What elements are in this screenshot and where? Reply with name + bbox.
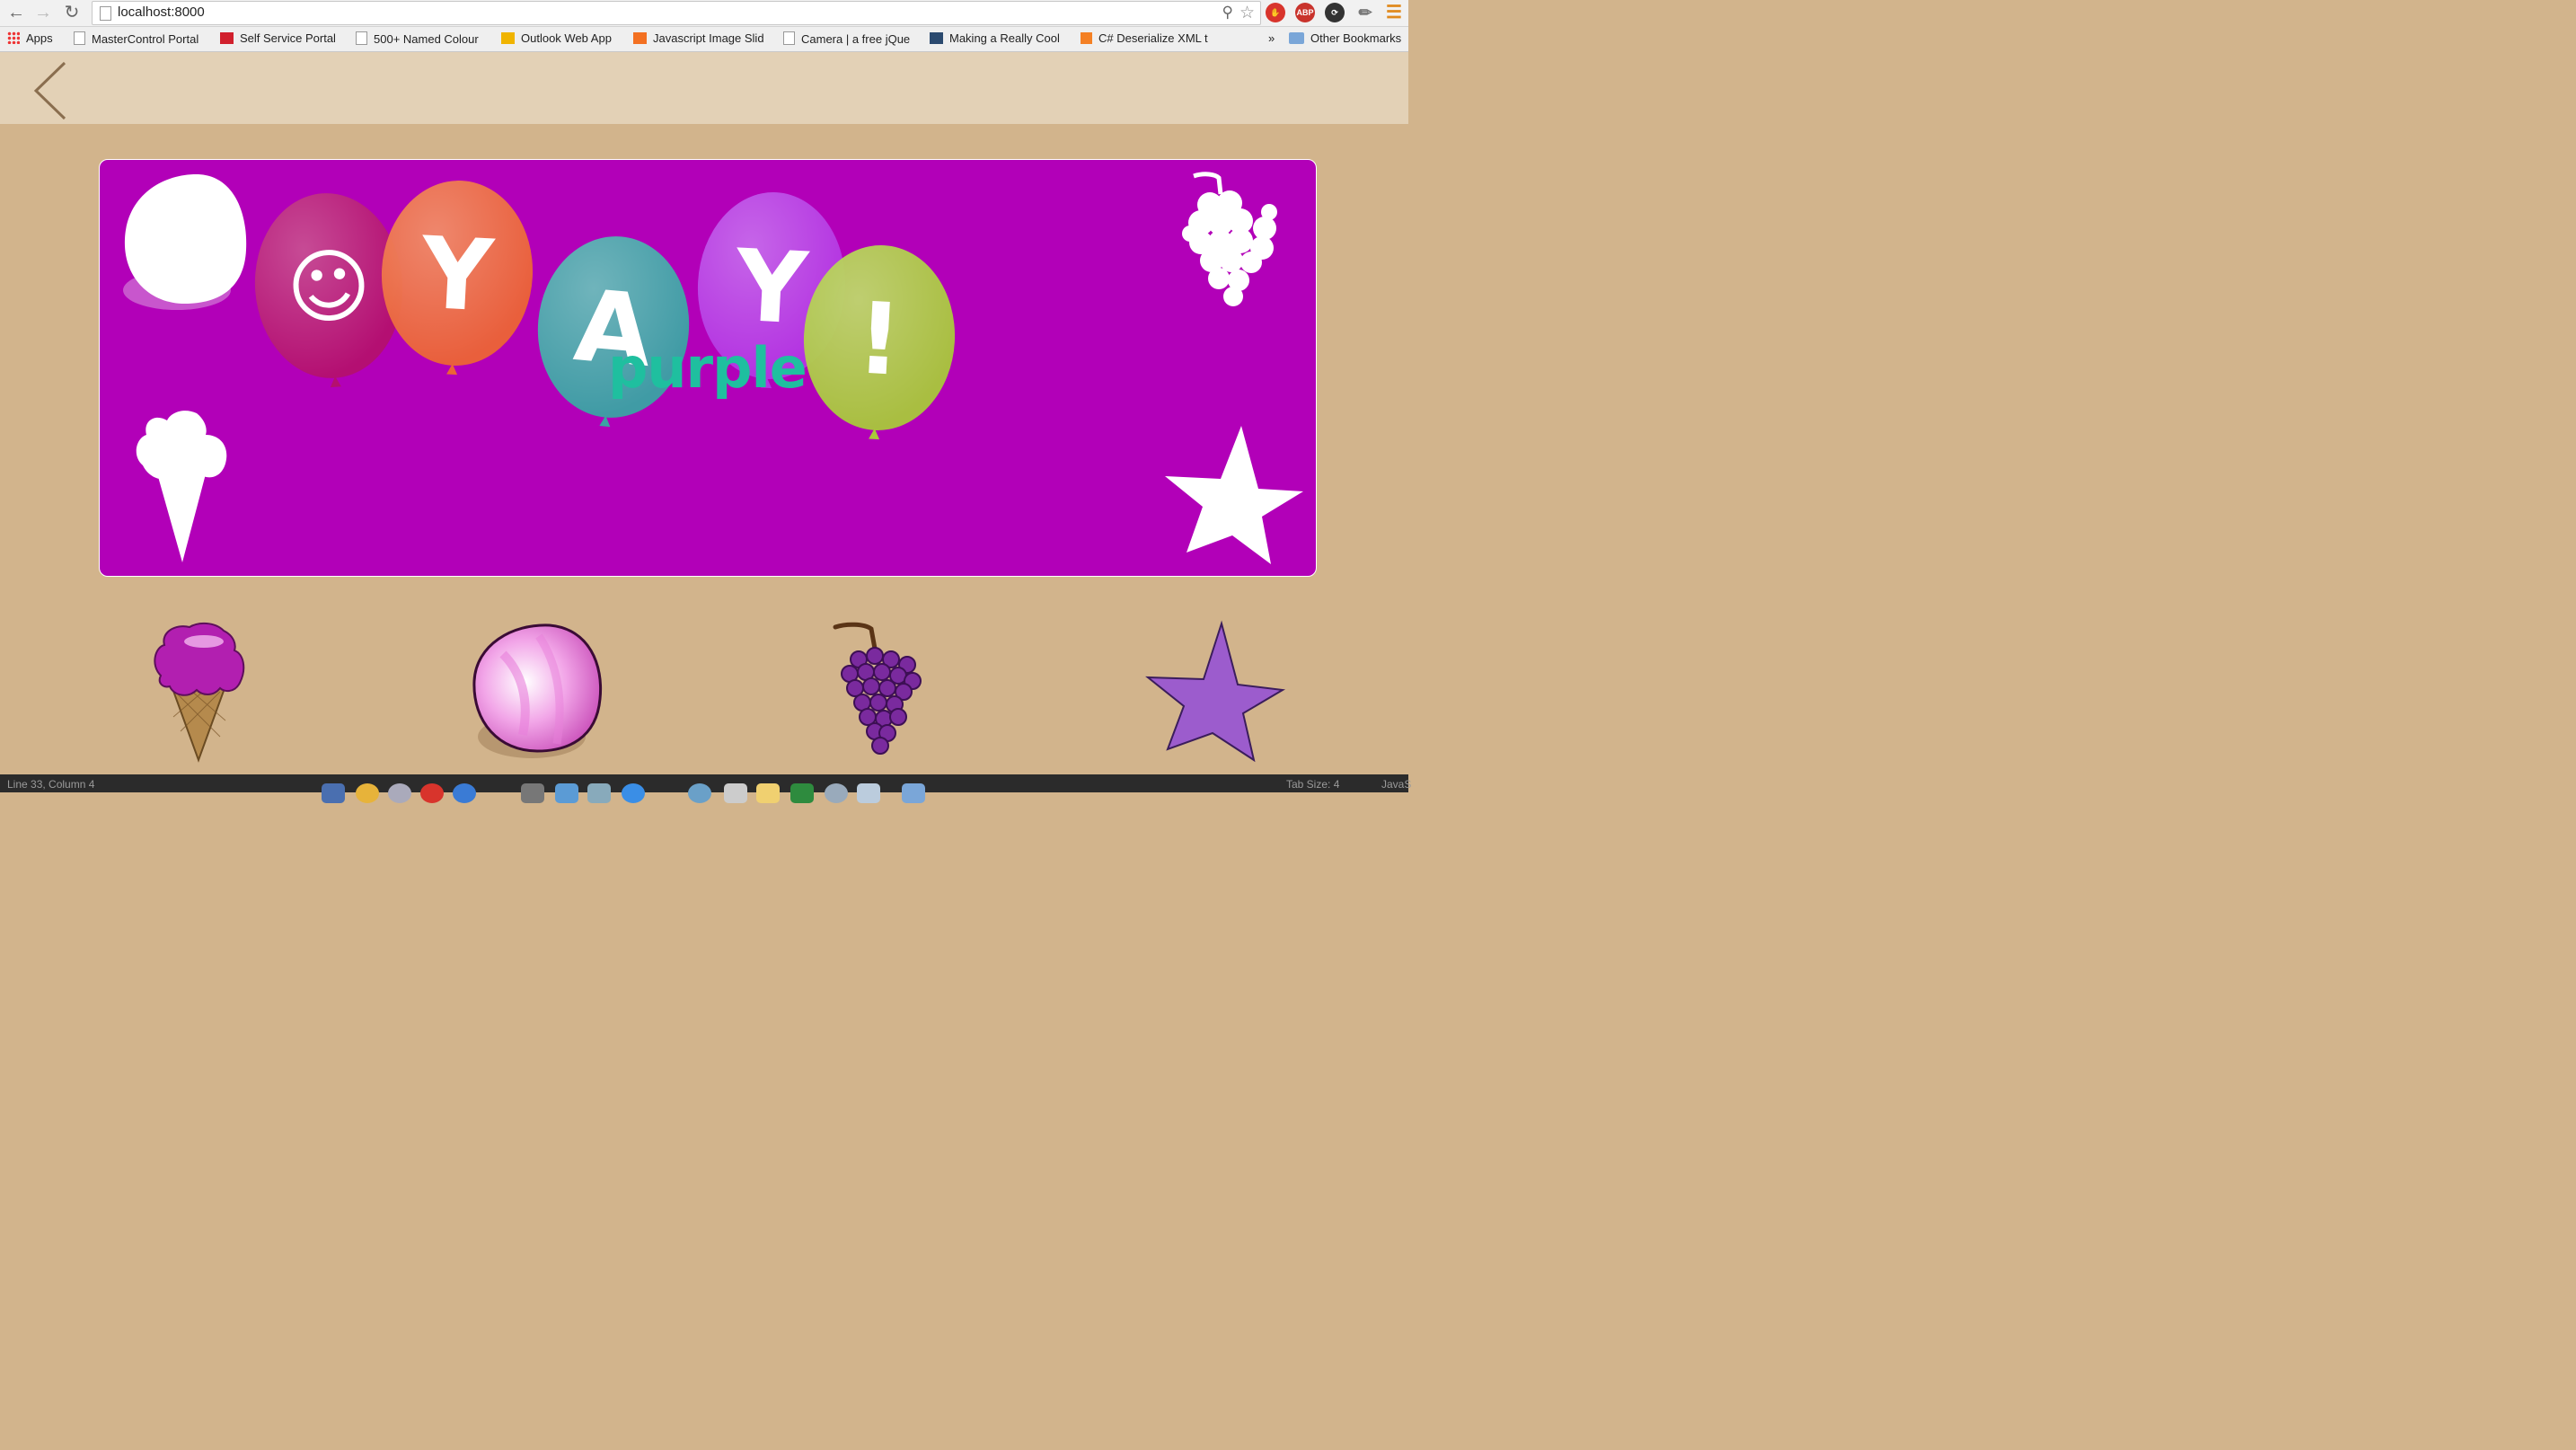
grape (862, 677, 880, 695)
language-status[interactable]: JavaS (1381, 778, 1411, 791)
star-piece[interactable] (1144, 620, 1288, 764)
bookmarks-overflow[interactable]: » (1268, 31, 1275, 45)
sync-extension-icon[interactable]: ⟳ (1325, 3, 1345, 22)
balloon-glyph: Y (417, 215, 498, 333)
finder-icon[interactable] (322, 783, 345, 803)
tab-size-status[interactable]: Tab Size: 4 (1286, 778, 1339, 791)
stackoverflow-icon (1081, 32, 1092, 44)
folder-icon (1289, 32, 1304, 44)
grape (878, 679, 896, 697)
app-icon[interactable] (587, 783, 611, 803)
app-icon[interactable] (420, 783, 444, 803)
safari-icon[interactable] (388, 783, 411, 803)
app-icon[interactable] (857, 783, 880, 803)
chrome-icon[interactable] (356, 783, 379, 803)
app-icon[interactable] (521, 783, 544, 803)
bookmark-image-slider[interactable]: Javascript Image Slid (633, 31, 768, 45)
bookmark-self-service[interactable]: Self Service Portal (220, 31, 336, 45)
balloon-glyph: ! (854, 280, 905, 397)
color-board: ☺ Y A Y! purple (99, 159, 1317, 577)
ice-cream-piece[interactable] (148, 620, 249, 764)
page-icon (783, 31, 795, 45)
browser-toolbar: ← → ↻ localhost:8000 ⚲ ☆ ✋ ABP ⟳ ✏ ☰ (0, 0, 1408, 27)
balloon-glyph: ☺ (284, 237, 375, 337)
outlook-icon (501, 32, 515, 44)
excel-icon[interactable] (790, 783, 814, 803)
app-icon[interactable] (724, 783, 747, 803)
bookmark-mastercontrol[interactable]: MasterControl Portal (74, 31, 205, 46)
bookmark-apps[interactable]: Apps (7, 31, 53, 45)
bookmark-making-cool[interactable]: Making a Really Cool (930, 31, 1063, 45)
url-text: localhost:8000 (118, 4, 205, 20)
reload-icon[interactable]: ↻ (61, 2, 83, 23)
bookmark-camera[interactable]: Camera | a free jQue (783, 31, 914, 46)
eyedropper-extension-icon[interactable]: ✏ (1355, 3, 1375, 22)
back-arrow-icon[interactable]: ← (5, 2, 27, 23)
editor-status-line: Line 33, Column 4 (7, 778, 95, 791)
app-icon[interactable] (555, 783, 578, 803)
adp-icon (220, 32, 234, 44)
slider-icon (633, 32, 647, 44)
bookmarks-bar: Apps MasterControl Portal Self Service P… (0, 27, 1408, 52)
apps-grid-icon (7, 31, 20, 44)
grape (873, 663, 891, 681)
egg-piece[interactable] (467, 618, 609, 764)
app-icon[interactable] (688, 783, 711, 803)
grape (866, 647, 884, 665)
grape (889, 708, 907, 726)
stop-hand-extension-icon[interactable]: ✋ (1266, 3, 1285, 22)
balloon-glyph: Y (731, 227, 812, 346)
firefox-icon[interactable] (453, 783, 476, 803)
menu-icon[interactable]: ☰ (1384, 3, 1404, 22)
balloon-3[interactable]: A (530, 230, 697, 433)
bookmark-outlook[interactable]: Outlook Web App (501, 31, 612, 45)
color-word: purple (608, 335, 807, 401)
page-icon (356, 31, 367, 45)
page-icon (100, 6, 111, 21)
notes-icon[interactable] (756, 783, 780, 803)
app-icon[interactable] (825, 783, 848, 803)
address-bar[interactable]: localhost:8000 ⚲ ☆ (92, 1, 1261, 25)
bookmark-star-icon[interactable]: ☆ (1239, 3, 1255, 23)
grape (871, 737, 889, 755)
other-bookmarks[interactable]: Other Bookmarks (1289, 31, 1401, 45)
bookmark-deserialize-xml[interactable]: C# Deserialize XML t (1081, 31, 1213, 45)
back-chevron-icon[interactable] (32, 61, 72, 120)
app-icon[interactable] (622, 783, 645, 803)
grapes-piece[interactable] (828, 620, 927, 764)
tz-icon (930, 32, 943, 44)
os-taskbar: Line 33, Column 4 Tab Size: 4 JavaS (0, 774, 1411, 803)
forward-arrow-icon[interactable]: → (32, 2, 54, 23)
zoom-icon[interactable]: ⚲ (1222, 4, 1233, 22)
bookmark-named-colours[interactable]: 500+ Named Colour (356, 31, 487, 46)
balloon-2[interactable]: Y (376, 177, 537, 378)
folder-icon[interactable] (902, 783, 925, 803)
page-icon (74, 31, 85, 45)
grape (869, 694, 887, 712)
app-header (0, 52, 1408, 124)
adblock-plus-icon[interactable]: ABP (1295, 3, 1315, 22)
